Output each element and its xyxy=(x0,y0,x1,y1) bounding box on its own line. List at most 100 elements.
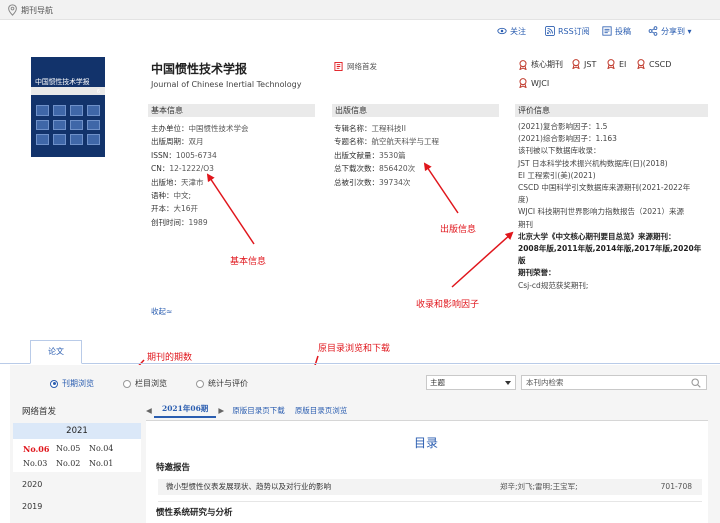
basic-row: 主办单位：中国惯性技术学会 xyxy=(151,124,249,133)
evaluation-info-header: 评价信息 xyxy=(515,104,708,117)
issue-link-no04[interactable]: No.04 xyxy=(89,444,113,453)
sidebar-online-first[interactable]: 网络首发 xyxy=(22,405,56,417)
basic-row: 创刊时间：1989 xyxy=(151,217,208,227)
chevron-right-icon[interactable]: ▶ xyxy=(218,406,226,415)
follow-button[interactable]: 关注 xyxy=(497,24,526,38)
badge-cscd: CSCD xyxy=(636,59,671,69)
badge-ei: EI xyxy=(606,59,626,69)
eval-line: 期刊 xyxy=(518,219,533,229)
collapse-link[interactable]: 收起≈ xyxy=(151,306,172,317)
basic-row: 出版周期：双月 xyxy=(151,137,204,147)
toc-section-heading: 特邀报告 xyxy=(156,463,191,473)
journal-title: 中国惯性技术学报 xyxy=(151,62,248,76)
radio-column-browse[interactable]: 栏目浏览 xyxy=(123,378,167,389)
issue-link-no02[interactable]: No.02 xyxy=(56,459,80,468)
issue-link-no05[interactable]: No.05 xyxy=(56,444,80,453)
online-first-link[interactable]: 网络首发 xyxy=(334,61,377,72)
toc-browse-link[interactable]: 原版目录页浏览 xyxy=(295,405,348,416)
document-icon xyxy=(334,62,343,71)
chevron-left-icon[interactable]: ◀ xyxy=(146,406,154,415)
location-pin-icon xyxy=(8,4,17,16)
badge-core-journal: 核心期刊 xyxy=(518,59,563,70)
radio-label: 刊期浏览 xyxy=(62,379,94,388)
publication-info-header: 出版信息 xyxy=(332,104,499,117)
issue-nav: ◀ 2021年06期 ▶ 原版目录页下载 原版目录页浏览 xyxy=(146,402,708,418)
rss-label: RSS订阅 xyxy=(558,26,590,36)
radio-label: 栏目浏览 xyxy=(135,379,167,388)
rss-icon xyxy=(545,26,555,36)
journal-subtitle: Journal of Chinese Inertial Technology xyxy=(151,80,302,89)
toc-section-heading: 惯性系统研究与分析 xyxy=(156,508,233,518)
issue-link-no03[interactable]: No.03 xyxy=(23,459,47,468)
cover-graphic xyxy=(36,105,100,145)
annotation-publication-info: 出版信息 xyxy=(440,225,477,235)
award-icon xyxy=(519,59,527,70)
eval-line: 期刊荣誉： xyxy=(518,268,556,278)
sidebar-year-2019[interactable]: 2019 xyxy=(22,502,42,511)
search-scope-value: 主题 xyxy=(430,378,445,387)
search-placeholder: 本刊内检索 xyxy=(526,378,564,387)
sidebar-year-2020[interactable]: 2020 xyxy=(22,480,42,489)
eval-line: 2008年版,2011年版,2014年版,2017年版,2020年版 xyxy=(518,244,702,266)
eval-line: 该刊被以下数据库收录： xyxy=(518,146,601,156)
submit-button[interactable]: 投稿 xyxy=(602,24,631,38)
issue-link-no06[interactable]: No.06 xyxy=(23,444,49,454)
eval-line: JST 日本科学技术振兴机构数据库(日)(2018) xyxy=(518,158,668,168)
cover-title: 中国惯性技术学报 xyxy=(35,78,90,86)
tab-paper[interactable]: 论文 xyxy=(30,340,82,364)
breadcrumb-title[interactable]: 期刊导航 xyxy=(21,5,53,16)
article-row[interactable]: 微小型惯性仪表发展现状、趋势以及对行业的影响 郑辛;刘飞;雷明;王宝军; 701… xyxy=(158,479,702,495)
follow-label: 关注 xyxy=(510,26,526,36)
issue-list: No.06 No.05 No.04 No.03 No.02 No.01 xyxy=(13,439,141,472)
eval-line: (2021)综合影响因子：1.163 xyxy=(518,134,617,144)
submit-icon xyxy=(602,26,612,36)
search-icon[interactable] xyxy=(691,378,701,388)
share-button[interactable]: 分享到 ▾ xyxy=(648,24,692,38)
radio-unselected-icon xyxy=(123,379,131,388)
submit-label: 投稿 xyxy=(615,26,631,36)
toc-download-link[interactable]: 原版目录页下载 xyxy=(232,405,285,416)
publication-row: 专题名称：航空航天科学与工程 xyxy=(334,137,439,147)
eval-line: EI 工程索引(美)(2021) xyxy=(518,170,596,180)
eval-line: (2021)复合影响因子：1.5 xyxy=(518,122,608,131)
badge-label: WJCI xyxy=(531,78,550,88)
search-input[interactable]: 本刊内检索 xyxy=(521,375,707,390)
award-icon xyxy=(572,59,580,69)
rss-button[interactable]: RSS订阅 xyxy=(545,24,590,38)
basic-row: ISSN：1005-6734 xyxy=(151,150,217,160)
eye-icon xyxy=(497,27,507,35)
share-icon xyxy=(648,26,658,36)
article-title[interactable]: 微小型惯性仪表发展现状、趋势以及对行业的影响 xyxy=(166,479,331,495)
basic-info-list: 主办单位：中国惯性技术学会 出版周期：双月 ISSN：1005-6734 CN：… xyxy=(151,122,249,229)
eval-line: WJCI 科技期刊世界影响力指数报告（2021）来源 xyxy=(518,207,685,217)
article-pages: 701-708 xyxy=(660,482,692,491)
publication-row: 出版文献量：3530篇 xyxy=(334,150,406,160)
badge-label: JST xyxy=(584,59,597,69)
issue-link-no01[interactable]: No.01 xyxy=(89,459,113,468)
annotation-indexing: 收录和影响因子 xyxy=(416,300,480,310)
radio-issue-browse[interactable]: 刊期浏览 xyxy=(50,378,94,389)
award-icon xyxy=(607,59,615,69)
radio-selected-icon xyxy=(50,379,58,388)
cover-band xyxy=(31,87,105,95)
search-scope-select[interactable]: 主题 xyxy=(426,375,516,390)
annotation-basic-info: 基本信息 xyxy=(230,257,267,267)
current-issue-tab[interactable]: 2021年06期 xyxy=(154,402,217,418)
badge-label: CSCD xyxy=(649,59,672,69)
toc-title: 目录 xyxy=(414,436,439,450)
basic-row: CN：12-1222/O3 xyxy=(151,164,214,174)
award-icon xyxy=(637,59,645,69)
eval-line: 北京大学《中文核心期刊要目总览》来源期刊： xyxy=(518,231,676,241)
share-label: 分享到 ▾ xyxy=(661,26,692,36)
top-bar: 期刊导航 xyxy=(0,0,720,20)
eval-line: CSCD 中国科学引文数据库来源期刊(2021-2022年 xyxy=(518,183,691,193)
badge-label: EI xyxy=(619,59,627,69)
basic-row: 开本：大16开 xyxy=(151,204,199,214)
basic-row: 出版地：天津市 xyxy=(151,177,204,187)
journal-cover-image: 中国惯性技术学报 6 xyxy=(31,57,105,157)
radio-statistics[interactable]: 统计与评价 xyxy=(196,378,248,389)
sidebar-year-2021[interactable]: 2021 xyxy=(13,423,141,439)
eval-line: 度) xyxy=(518,195,529,205)
radio-unselected-icon xyxy=(196,379,204,388)
publication-row: 专辑名称：工程科技II xyxy=(334,124,406,133)
